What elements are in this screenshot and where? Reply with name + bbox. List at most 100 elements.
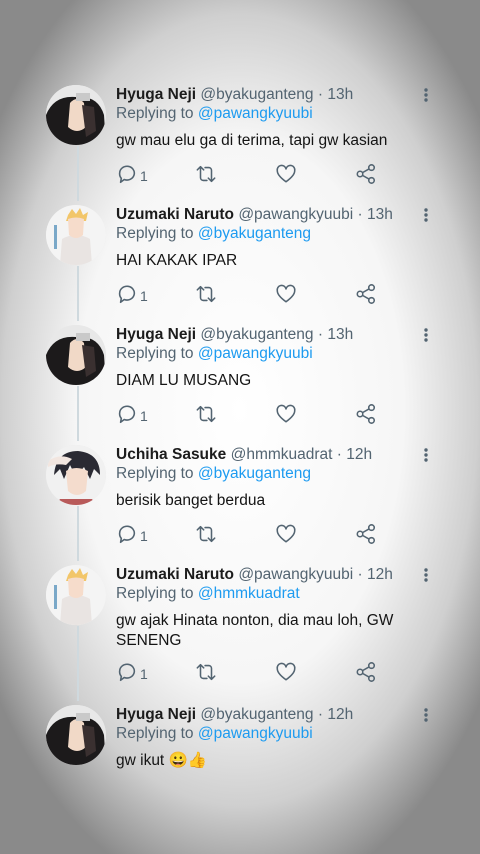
replying-label: Replying to: [116, 725, 194, 742]
more-options-icon[interactable]: [420, 707, 432, 723]
tweet[interactable]: Hyuga Neji @byakuganteng · 12h Replying …: [0, 705, 480, 825]
reply-icon: [118, 285, 136, 304]
author-handle[interactable]: @hmmkuadrat: [231, 446, 333, 463]
replying-label: Replying to: [116, 225, 194, 242]
author-handle[interactable]: @pawangkyuubi: [238, 566, 353, 583]
reply-count: 1: [140, 527, 148, 544]
reply-button[interactable]: 1: [116, 523, 148, 545]
author-name[interactable]: Hyuga Neji: [116, 86, 196, 103]
reply-mention[interactable]: @hmmkuadrat: [198, 585, 300, 602]
reply-button[interactable]: 1: [116, 283, 148, 305]
author-handle[interactable]: @byakuganteng: [200, 326, 313, 343]
like-button[interactable]: [275, 283, 297, 305]
author-name[interactable]: Hyuga Neji: [116, 706, 196, 723]
reply-icon: [118, 165, 136, 184]
tweet-text: gw ikut 😀👍: [116, 752, 208, 769]
retweet-icon: [196, 663, 216, 681]
reply-icon: [118, 405, 136, 424]
like-button[interactable]: [275, 661, 297, 683]
separator: ·: [317, 86, 324, 103]
retweet-button[interactable]: [195, 403, 217, 425]
more-options-icon[interactable]: [420, 447, 432, 463]
share-button[interactable]: [355, 661, 377, 683]
author-handle[interactable]: @byakuganteng: [200, 706, 313, 723]
neji-avatar-icon[interactable]: [46, 705, 106, 765]
naruto-avatar-icon[interactable]: [46, 565, 106, 625]
share-icon: [356, 284, 376, 304]
separator: ·: [317, 326, 324, 343]
retweet-button[interactable]: [195, 661, 217, 683]
retweet-icon: [196, 285, 216, 303]
separator: ·: [357, 206, 363, 223]
heart-icon: [276, 164, 296, 183]
share-icon: [356, 524, 376, 544]
heart-icon: [276, 662, 296, 681]
like-button[interactable]: [275, 403, 297, 425]
timestamp[interactable]: 12h: [327, 706, 353, 723]
reply-mention[interactable]: @byakuganteng: [198, 465, 311, 482]
timestamp[interactable]: 12h: [367, 566, 393, 583]
tweet-text: gw mau elu ga di terima, tapi gw kasian: [116, 132, 388, 149]
timestamp[interactable]: 13h: [327, 326, 353, 343]
separator: ·: [336, 446, 342, 463]
sasuke-avatar-icon[interactable]: [46, 445, 106, 505]
reply-button[interactable]: 1: [116, 661, 148, 683]
like-button[interactable]: [275, 163, 297, 185]
author-handle[interactable]: @pawangkyuubi: [238, 206, 353, 223]
reply-icon: [118, 663, 136, 682]
reply-button[interactable]: 1: [116, 403, 148, 425]
retweet-button[interactable]: [195, 163, 217, 185]
author-name[interactable]: Uzumaki Naruto: [116, 206, 234, 223]
retweet-button[interactable]: [195, 523, 217, 545]
heart-icon: [276, 404, 296, 423]
replying-label: Replying to: [116, 345, 194, 362]
retweet-button[interactable]: [195, 283, 217, 305]
share-icon: [356, 164, 376, 184]
author-name[interactable]: Uchiha Sasuke: [116, 446, 226, 463]
share-button[interactable]: [355, 163, 377, 185]
author-name[interactable]: Uzumaki Naruto: [116, 566, 234, 583]
neji-avatar-icon[interactable]: [46, 85, 106, 145]
timestamp[interactable]: 12h: [346, 446, 372, 463]
tweet[interactable]: Hyuga Neji @byakuganteng · 13h Replying …: [0, 85, 480, 205]
retweet-icon: [196, 165, 216, 183]
share-icon: [356, 404, 376, 424]
timestamp[interactable]: 13h: [327, 86, 353, 103]
more-options-icon[interactable]: [420, 567, 432, 583]
reply-count: 1: [140, 665, 148, 682]
heart-icon: [276, 284, 296, 303]
tweet[interactable]: Hyuga Neji @byakuganteng · 13h Replying …: [0, 325, 480, 445]
reply-count: 1: [140, 167, 148, 184]
share-button[interactable]: [355, 283, 377, 305]
reply-mention[interactable]: @byakuganteng: [198, 225, 311, 242]
more-options-icon[interactable]: [420, 327, 432, 343]
retweet-icon: [196, 525, 216, 543]
share-button[interactable]: [355, 403, 377, 425]
tweet[interactable]: Uzumaki Naruto @pawangkyuubi · 12h Reply…: [0, 565, 480, 685]
reply-mention[interactable]: @pawangkyuubi: [198, 725, 313, 742]
reply-count: 1: [140, 287, 148, 304]
share-button[interactable]: [355, 523, 377, 545]
more-options-icon[interactable]: [420, 207, 432, 223]
tweet-text: gw ajak Hinata nonton, dia mau loh, GW S…: [116, 612, 394, 649]
tweet[interactable]: Uzumaki Naruto @pawangkyuubi · 13h Reply…: [0, 205, 480, 325]
like-button[interactable]: [275, 523, 297, 545]
heart-icon: [276, 524, 296, 543]
reply-button[interactable]: 1: [116, 163, 148, 185]
author-handle[interactable]: @byakuganteng: [200, 86, 313, 103]
reply-mention[interactable]: @pawangkyuubi: [198, 345, 313, 362]
reply-icon: [118, 525, 136, 544]
timestamp[interactable]: 13h: [367, 206, 393, 223]
neji-avatar-icon[interactable]: [46, 325, 106, 385]
tweet-text: berisik banget berdua: [116, 492, 266, 509]
reply-mention[interactable]: @pawangkyuubi: [198, 105, 313, 122]
retweet-icon: [196, 405, 216, 423]
tweet[interactable]: Uchiha Sasuke @hmmkuadrat · 12h Replying…: [0, 445, 480, 565]
share-icon: [356, 662, 376, 682]
replying-label: Replying to: [116, 105, 194, 122]
replying-label: Replying to: [116, 585, 194, 602]
naruto-avatar-icon[interactable]: [46, 205, 106, 265]
more-options-icon[interactable]: [420, 87, 432, 103]
author-name[interactable]: Hyuga Neji: [116, 326, 196, 343]
tweet-text: HAI KAKAK IPAR: [116, 252, 238, 269]
